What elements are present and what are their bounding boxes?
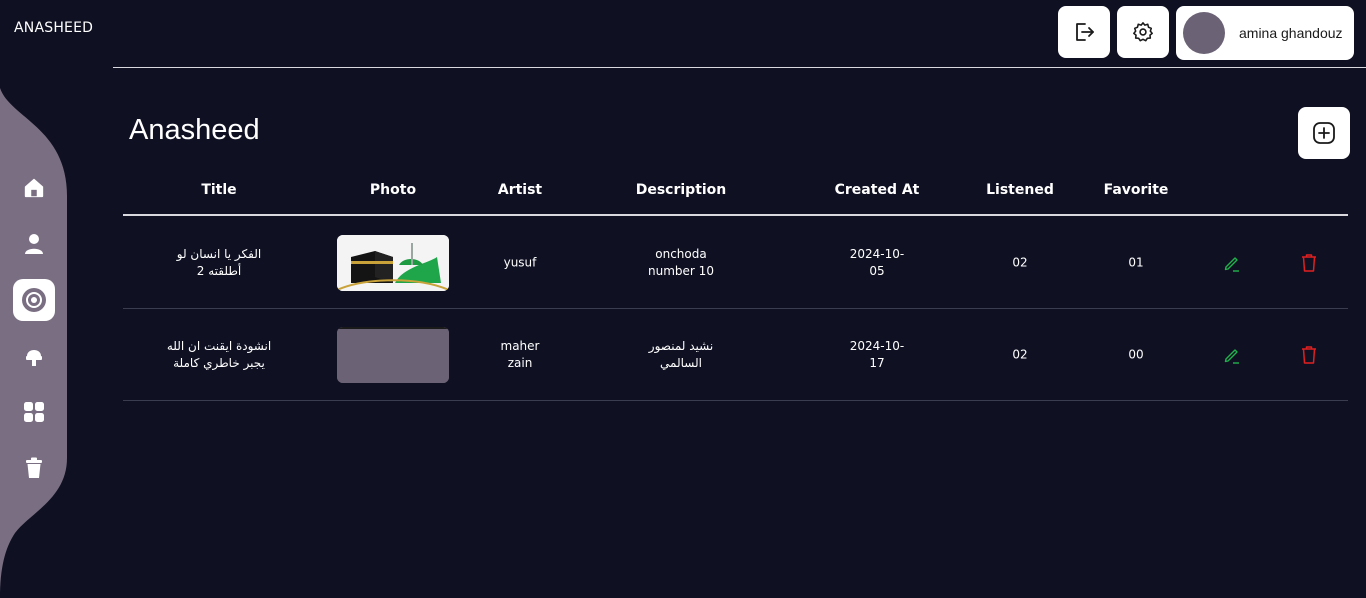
grid-icon: [24, 402, 44, 422]
cell-created-at: 2024-10-05: [849, 246, 905, 278]
cell-artist: maher zain: [500, 338, 540, 370]
microphone-icon: [26, 350, 42, 366]
logout-icon: [1076, 23, 1094, 41]
user-name: amina ghandouz: [1239, 25, 1343, 41]
trash-icon: [1302, 253, 1316, 272]
pencil-icon: [1224, 256, 1239, 272]
brand-logo[interactable]: ANASHEED: [14, 20, 93, 36]
cell-description: نشيد لمنصور السالمي: [648, 338, 714, 370]
delete-button[interactable]: [1297, 251, 1321, 275]
column-created-at[interactable]: Created At: [835, 182, 920, 198]
cell-description: onchoda number 10: [648, 246, 714, 278]
kaaba-mosque-image: [337, 235, 449, 291]
edit-button[interactable]: [1220, 343, 1244, 367]
cell-artist: yusuf: [503, 255, 537, 269]
edit-button[interactable]: [1220, 251, 1244, 275]
sidebar-item-anasheed[interactable]: [13, 279, 55, 321]
cell-title: الفكر يا انسان لو أطلقته 2: [176, 246, 262, 278]
column-photo[interactable]: Photo: [370, 182, 416, 198]
settings-button[interactable]: [1117, 6, 1169, 58]
sidebar-item-categories[interactable]: [13, 391, 55, 433]
cell-favorite: 00: [1128, 347, 1144, 361]
anasheed-photo: [337, 327, 449, 383]
delete-button[interactable]: [1297, 343, 1321, 367]
page-title: Anasheed: [129, 114, 260, 146]
column-title[interactable]: Title: [201, 182, 236, 198]
sidebar-item-artists[interactable]: [13, 335, 55, 377]
sidebar-item-users[interactable]: [13, 223, 55, 265]
cell-listened: 02: [1012, 347, 1028, 361]
cell-favorite: 01: [1128, 255, 1144, 269]
cell-listened: 02: [1012, 255, 1028, 269]
header-divider: [113, 67, 1366, 68]
gear-icon: [1133, 22, 1153, 42]
placeholder-image: [337, 327, 449, 383]
sidebar-item-home[interactable]: [13, 167, 55, 209]
pencil-icon: [1224, 348, 1239, 364]
home-icon: [24, 178, 44, 198]
user-profile[interactable]: amina ghandouz: [1176, 6, 1354, 60]
trash-icon: [26, 457, 42, 478]
column-listened[interactable]: Listened: [986, 182, 1054, 198]
logout-button[interactable]: [1058, 6, 1110, 58]
table-row: الفكر يا انسان لو أطلقته 2 yusuf onchoda…: [123, 217, 1348, 309]
table-header: Title Photo Artist Description Created A…: [123, 172, 1348, 216]
anasheed-photo: [337, 235, 449, 291]
cell-title: انشودة ايقنت ان الله يجبر خاطري كاملة: [166, 338, 272, 370]
trash-icon: [1302, 345, 1316, 364]
column-artist[interactable]: Artist: [498, 182, 542, 198]
disc-icon: [22, 288, 46, 312]
cell-created-at: 2024-10-17: [849, 338, 905, 370]
table-row: انشودة ايقنت ان الله يجبر خاطري كاملة ma…: [123, 309, 1348, 401]
plus-circle-icon: [1313, 122, 1335, 144]
column-favorite[interactable]: Favorite: [1104, 182, 1169, 198]
column-description[interactable]: Description: [636, 182, 727, 198]
app-page: ANASHEED amina ghandouz Anasheed Title P…: [0, 0, 1366, 598]
avatar[interactable]: [1183, 12, 1225, 54]
add-anasheed-button[interactable]: [1298, 107, 1350, 159]
sidebar-item-trash[interactable]: [13, 447, 55, 489]
user-icon: [25, 234, 43, 254]
